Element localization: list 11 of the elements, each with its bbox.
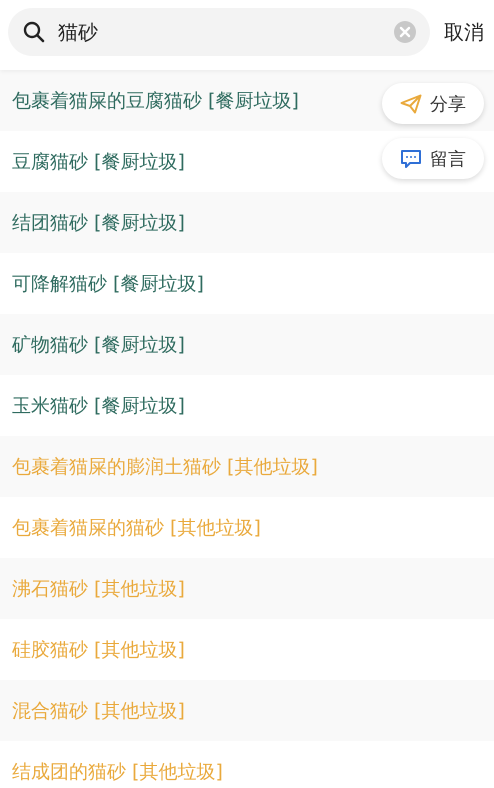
paper-plane-icon <box>400 94 422 114</box>
search-field[interactable]: 猫砂 <box>8 8 430 56</box>
cancel-button[interactable]: 取消 <box>444 18 484 46</box>
clear-icon[interactable] <box>394 21 416 43</box>
search-input[interactable]: 猫砂 <box>58 20 382 44</box>
speech-bubble-icon <box>400 148 422 168</box>
share-button[interactable]: 分享 <box>382 83 484 124</box>
result-item[interactable]: 结团猫砂 [餐厨垃圾] <box>0 192 494 253</box>
result-item[interactable]: 矿物猫砂 [餐厨垃圾] <box>0 314 494 375</box>
search-icon <box>22 20 46 44</box>
comment-button[interactable]: 留言 <box>382 138 484 179</box>
